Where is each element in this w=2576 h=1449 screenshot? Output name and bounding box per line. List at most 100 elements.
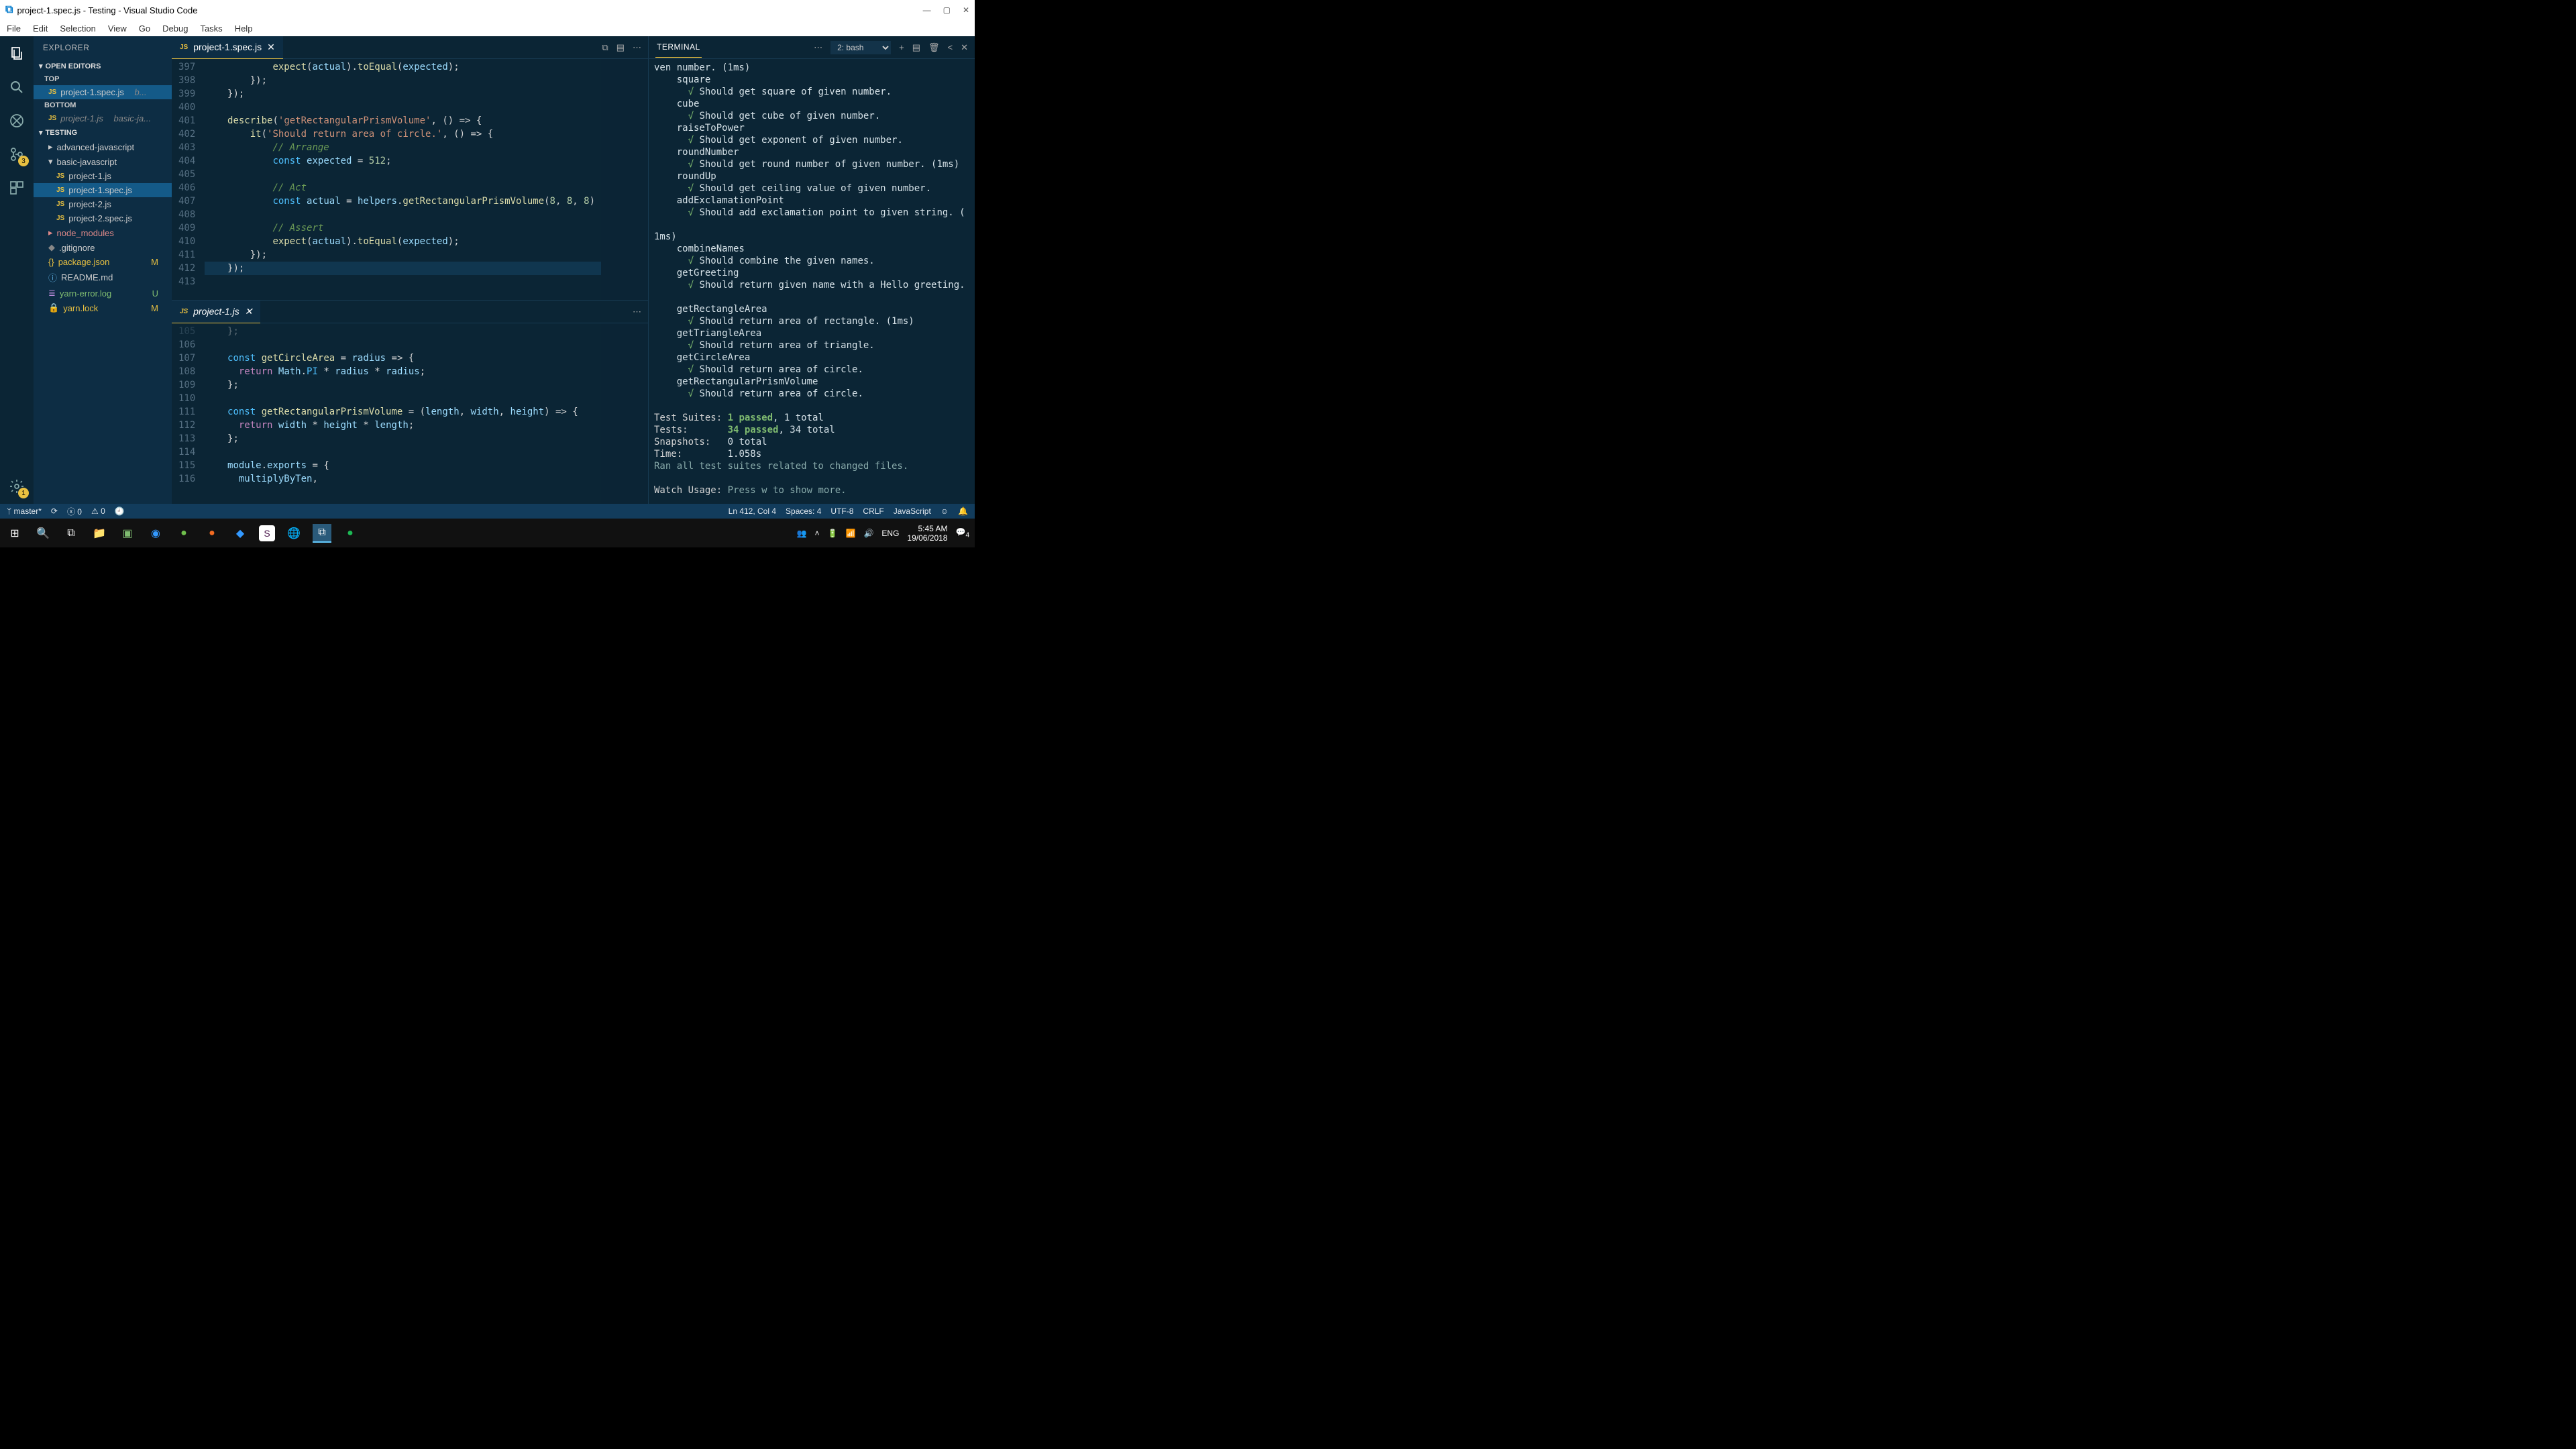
tab-bar-bottom: JSproject-1.js✕ ⋯	[172, 301, 648, 323]
file-project-2-js[interactable]: JSproject-2.js	[34, 197, 172, 211]
editor-bottom[interactable]: 105106107108109110111112113114115116 }; …	[172, 323, 648, 504]
activity-bar: 3 1	[0, 36, 34, 504]
wifi-icon[interactable]: 📶	[846, 529, 856, 538]
vscode-icon: ⧉	[5, 4, 13, 16]
folder-basic-javascript[interactable]: ▾ basic-javascript	[34, 154, 172, 169]
close-tab-icon[interactable]: ✕	[245, 306, 253, 317]
maximize-panel-icon[interactable]: <	[948, 42, 953, 52]
windows-taskbar: ⊞ 🔍 ⧉ 📁 ▣ ◉ ● ● ◆ S 🌐 ⧉ ● 👥 ˄ 🔋 📶 🔊 ENG …	[0, 519, 975, 547]
feedback-icon[interactable]: ☺	[941, 506, 949, 516]
tab-bar-top: JSproject-1.spec.js✕ ⧉ ▤ ⋯	[172, 36, 648, 59]
clock[interactable]: 5:45 AM19/06/2018	[907, 524, 947, 543]
minimap-bottom[interactable]	[601, 323, 648, 504]
notifications-icon[interactable]: 🔔	[958, 506, 968, 516]
task-view-icon[interactable]: ⧉	[62, 524, 80, 543]
folder-advanced-javascript[interactable]: ▸ advanced-javascript	[34, 140, 172, 154]
more-actions-icon[interactable]: ⋯	[633, 42, 641, 53]
editor-top[interactable]: 3973983994004014024034044054064074084094…	[172, 59, 648, 300]
file-project-1-spec[interactable]: JSproject-1.spec.js	[34, 183, 172, 197]
menu-tasks[interactable]: Tasks	[200, 23, 222, 34]
battery-icon[interactable]: 🔋	[828, 529, 838, 538]
start-button[interactable]: ⊞	[5, 524, 24, 543]
search-icon[interactable]	[7, 78, 26, 97]
action-center-icon[interactable]: 💬4	[955, 527, 969, 539]
volume-icon[interactable]: 🔊	[863, 529, 873, 538]
file-explorer-icon[interactable]: 📁	[90, 524, 109, 543]
minimap-top[interactable]	[601, 59, 648, 300]
cursor-position[interactable]: Ln 412, Col 4	[729, 506, 776, 516]
menu-help[interactable]: Help	[235, 23, 253, 34]
terminal-output[interactable]: ven number. (1ms) square √ Should get sq…	[649, 59, 975, 504]
menu-debug[interactable]: Debug	[162, 23, 188, 34]
problems-warnings[interactable]: ⚠ 0	[91, 506, 105, 516]
menu-edit[interactable]: Edit	[33, 23, 48, 34]
extensions-icon[interactable]	[7, 178, 26, 197]
chrome-icon[interactable]: 🌐	[284, 524, 303, 543]
file-yarn-error[interactable]: ≣yarn-error.logU	[34, 286, 172, 301]
camera-icon[interactable]: ◉	[146, 524, 165, 543]
explorer-sidebar: EXPLORER ▾ OPEN EDITORS TOP JSproject-1.…	[34, 36, 172, 504]
folder-node-modules[interactable]: ▸ node_modules	[34, 225, 172, 240]
close-button[interactable]: ✕	[963, 5, 969, 15]
terminal-selector[interactable]: 2: bash	[830, 41, 891, 54]
file-yarn-lock[interactable]: 🔒yarn.lockM	[34, 301, 172, 315]
maximize-button[interactable]: ▢	[943, 5, 951, 15]
sidebar-title: EXPLORER	[34, 36, 172, 59]
editor-group-top[interactable]: TOP	[34, 73, 172, 85]
taskbar-search-icon[interactable]: 🔍	[34, 524, 52, 543]
problems-errors[interactable]: ⓧ 0	[67, 506, 82, 517]
menu-view[interactable]: View	[108, 23, 127, 34]
menu-selection[interactable]: Selection	[60, 23, 95, 34]
tab-project-1-spec[interactable]: JSproject-1.spec.js✕	[172, 36, 283, 59]
status-clock-icon[interactable]: 🕘	[115, 506, 125, 516]
split-editor-icon[interactable]: ▤	[616, 42, 625, 53]
kill-terminal-icon[interactable]: 🗑	[928, 42, 940, 53]
more-actions-icon[interactable]: ⋯	[633, 307, 641, 317]
indentation[interactable]: Spaces: 4	[786, 506, 821, 516]
project-header[interactable]: ▾ TESTING	[34, 125, 172, 140]
encoding[interactable]: UTF-8	[830, 506, 853, 516]
close-panel-icon[interactable]: ✕	[961, 42, 968, 53]
terminal-panel: TERMINAL ⋯ 2: bash + ▤ 🗑 < ✕ ven number.…	[648, 36, 975, 504]
tab-project-1-js[interactable]: JSproject-1.js✕	[172, 301, 260, 323]
debug-icon[interactable]: 3	[7, 145, 26, 164]
new-terminal-icon[interactable]: +	[899, 42, 904, 52]
js-icon: JS	[180, 44, 188, 51]
tray-chevron-icon[interactable]: ˄	[815, 529, 820, 538]
open-editors-header[interactable]: ▾ OPEN EDITORS	[34, 59, 172, 73]
vscode-insiders-icon[interactable]: ◆	[231, 524, 250, 543]
terminal-more-icon[interactable]: ⋯	[814, 42, 822, 53]
minimize-button[interactable]: —	[923, 5, 931, 15]
eol[interactable]: CRLF	[863, 506, 883, 516]
slack-icon[interactable]: S	[259, 525, 275, 541]
file-readme[interactable]: ⓘREADME.md	[34, 269, 172, 286]
people-icon[interactable]: 👥	[797, 529, 807, 538]
open-editor-bottom[interactable]: JSproject-1.js basic-ja...	[34, 111, 172, 125]
scm-icon[interactable]	[7, 111, 26, 130]
open-editor-top[interactable]: JSproject-1.spec.js b...	[34, 85, 172, 99]
language-mode[interactable]: JavaScript	[894, 506, 931, 516]
postman-icon[interactable]: ●	[203, 524, 221, 543]
vscode-taskbar-icon[interactable]: ⧉	[313, 524, 331, 543]
editor-group-bottom[interactable]: BOTTOM	[34, 99, 172, 111]
open-changes-icon[interactable]: ⧉	[602, 42, 608, 53]
input-language[interactable]: ENG	[881, 529, 899, 538]
explorer-icon[interactable]	[7, 44, 26, 63]
terminal-tab[interactable]: TERMINAL	[655, 37, 702, 58]
evernote-icon[interactable]: ▣	[118, 524, 137, 543]
file-project-2-spec[interactable]: JSproject-2.spec.js	[34, 211, 172, 225]
menu-bar: File Edit Selection View Go Debug Tasks …	[0, 20, 975, 36]
split-terminal-icon[interactable]: ▤	[912, 42, 920, 53]
mongodb-icon[interactable]: ●	[174, 524, 193, 543]
close-tab-icon[interactable]: ✕	[267, 42, 275, 53]
status-bar: ᛘ master* ⟳ ⓧ 0 ⚠ 0 🕘 Ln 412, Col 4 Spac…	[0, 504, 975, 519]
sync-icon[interactable]: ⟳	[51, 506, 58, 516]
file-project-1-js[interactable]: JSproject-1.js	[34, 169, 172, 183]
file-package-json[interactable]: {}package.jsonM	[34, 255, 172, 269]
settings-icon[interactable]: 1	[7, 477, 26, 496]
menu-go[interactable]: Go	[139, 23, 150, 34]
menu-file[interactable]: File	[7, 23, 21, 34]
git-branch[interactable]: ᛘ master*	[7, 506, 42, 516]
spotify-icon[interactable]: ●	[341, 524, 360, 543]
file-gitignore[interactable]: ◆.gitignore	[34, 240, 172, 255]
